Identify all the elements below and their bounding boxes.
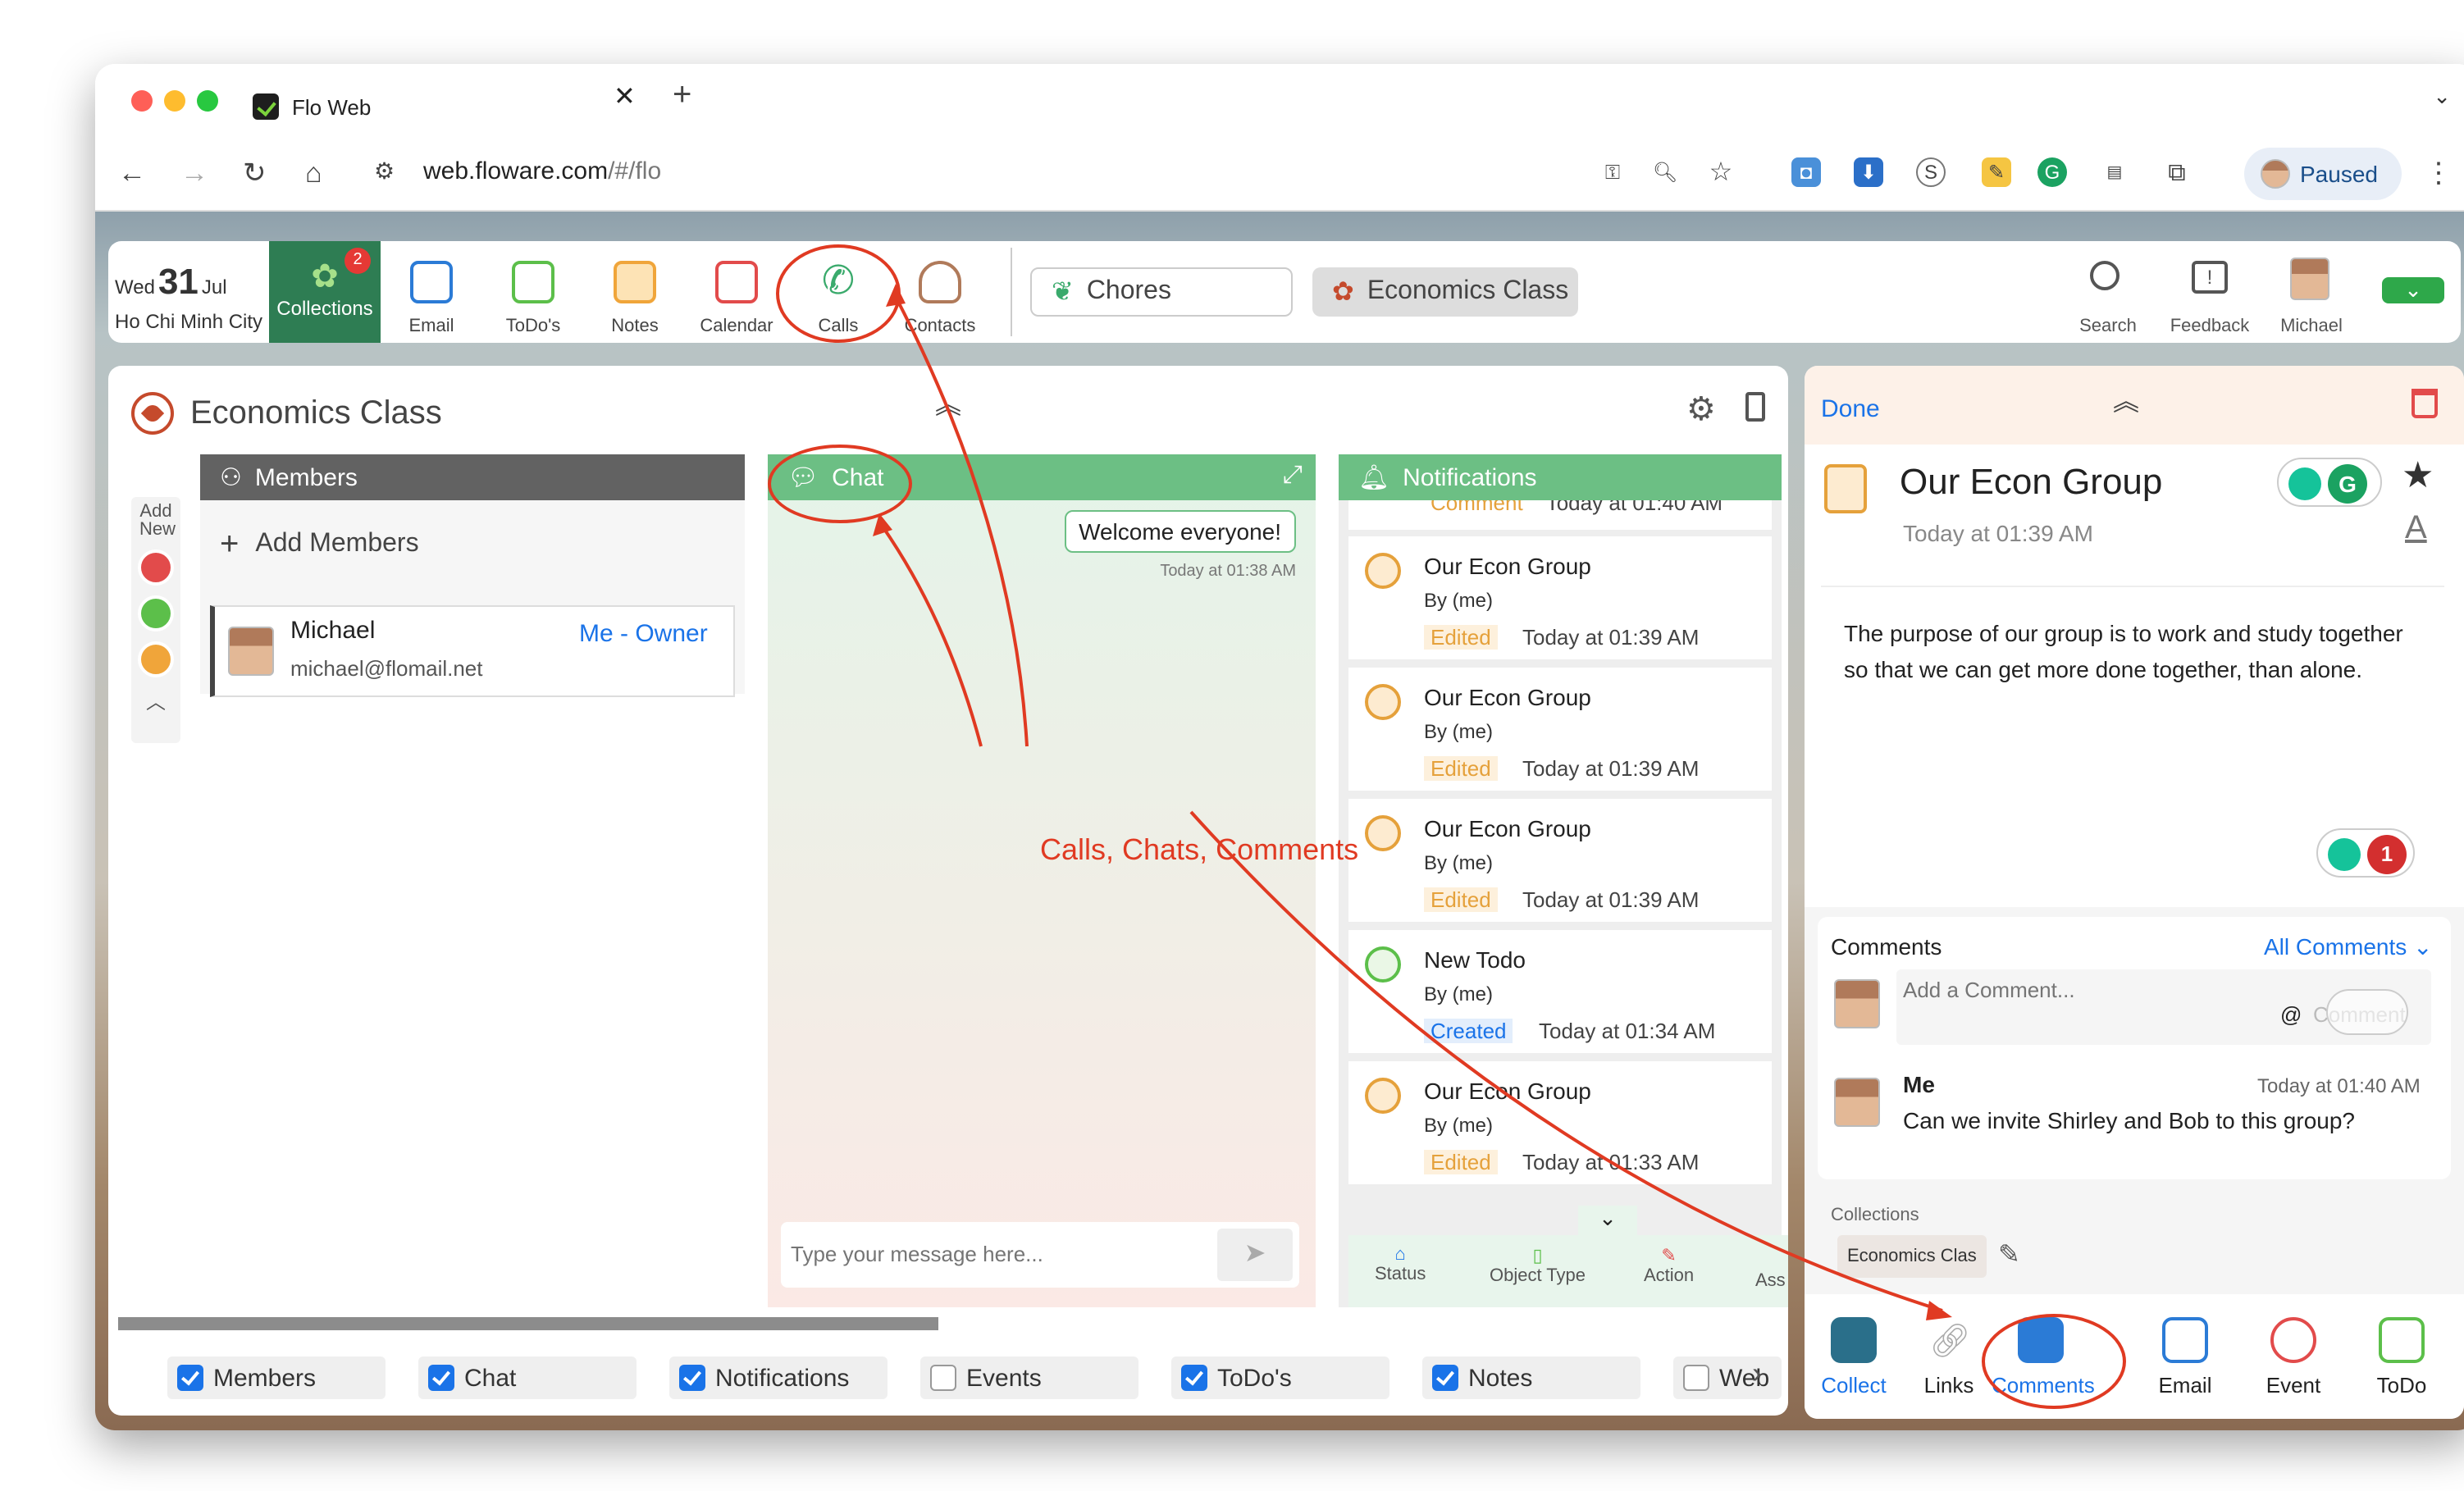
arrow-to-chat [881,525,983,747]
browser-window: Flo Web ✕ + ⌄ ← → ↻ ⌂ ⚙ web.floware.com/… [95,64,2464,1430]
arrow-to-comments [1189,810,1943,1312]
annotation-arrows [873,284,1952,1320]
